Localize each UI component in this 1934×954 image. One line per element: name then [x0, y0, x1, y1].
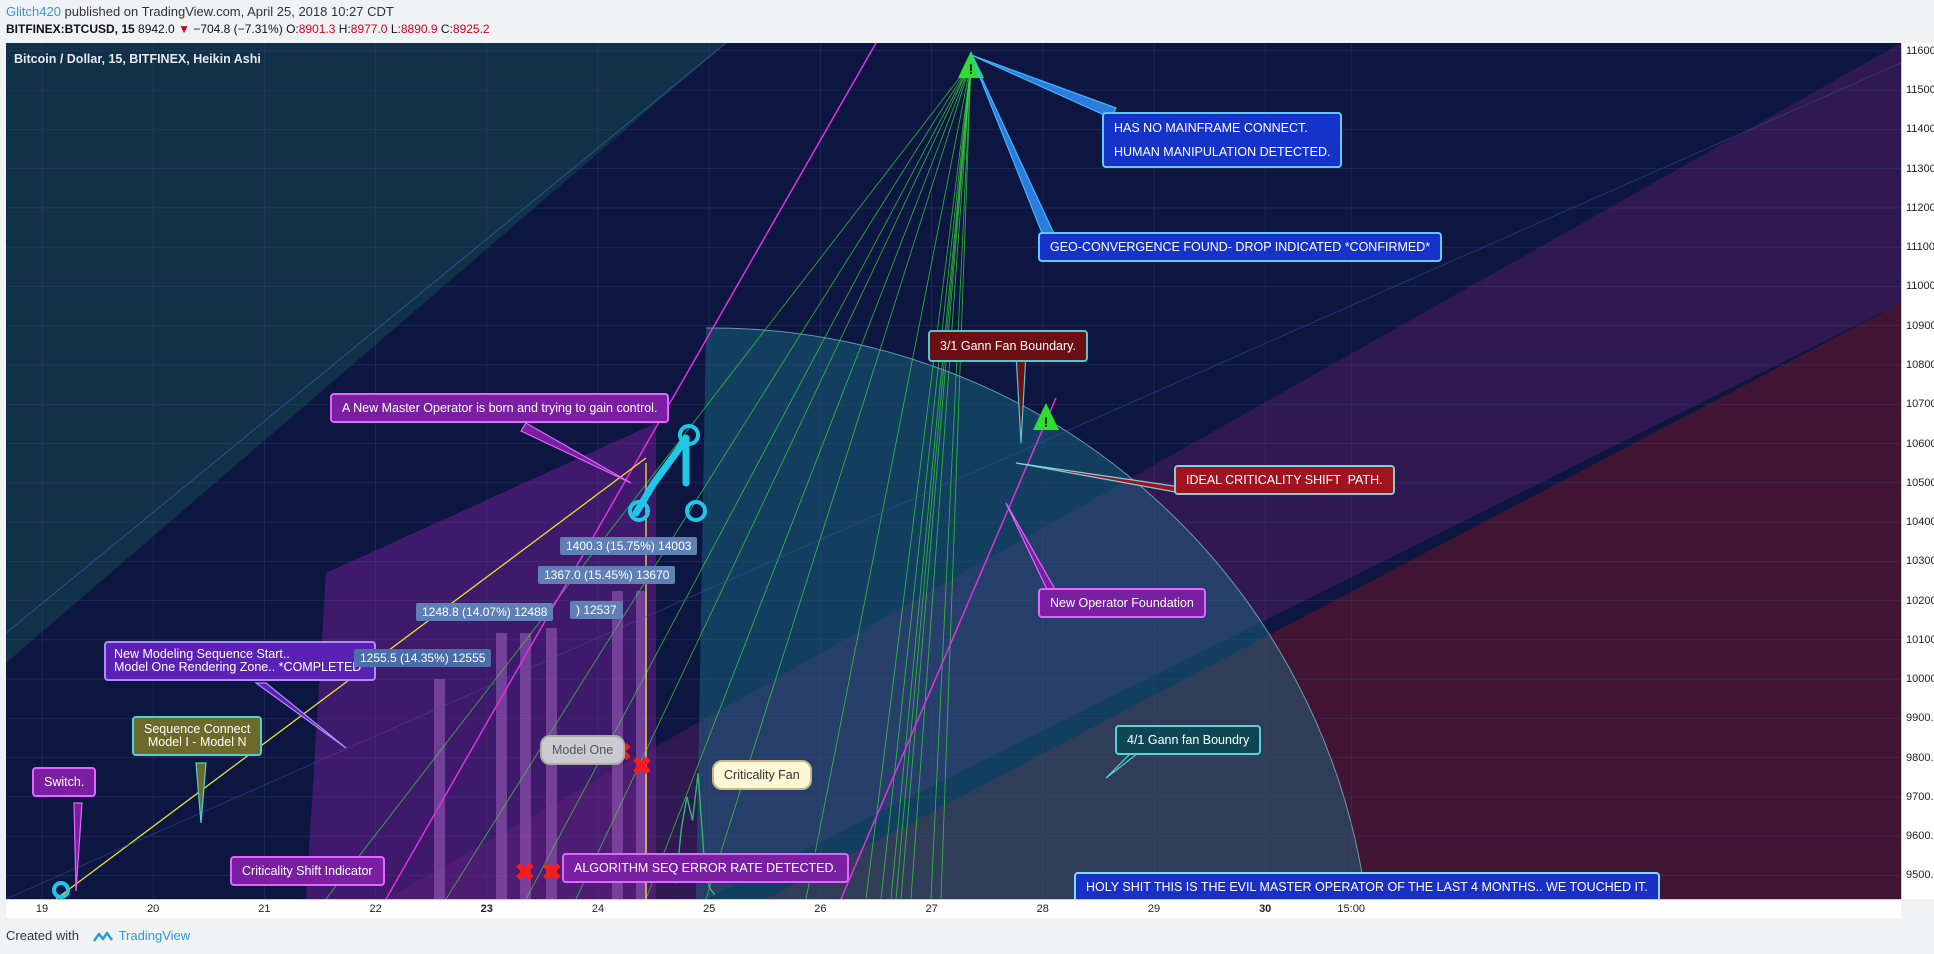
- exclamation-icon: !: [1044, 414, 1049, 430]
- x-tick-label: 27: [925, 903, 938, 915]
- chart-plot-area[interactable]: ! ! ✖ ✖ ✖ ✖: [6, 43, 1901, 899]
- low-label: L:: [390, 22, 401, 36]
- callout-switch[interactable]: Switch.: [32, 767, 97, 797]
- y-tick-label: 11000.0: [1906, 280, 1934, 293]
- callout-evil-master-operator[interactable]: HOLY SHIT THIS IS THE EVIL MASTER OPERAT…: [1074, 872, 1660, 902]
- tradingview-link[interactable]: TradingView: [119, 928, 191, 943]
- x-tick-label: 29: [1147, 903, 1161, 915]
- callout-modeling-sequence[interactable]: New Modeling Sequence Start.. Model One …: [104, 641, 377, 681]
- symbol-name: BITFINEX:BTCUSD, 15: [6, 22, 135, 36]
- y-tick-label: 11500.0: [1906, 84, 1934, 97]
- y-tick-label: 11100.0: [1906, 241, 1934, 254]
- down-arrow-icon: ▼: [178, 22, 190, 36]
- x-tick-label: 24: [591, 903, 605, 915]
- error-x-icon: ✖: [631, 752, 653, 782]
- open-label: O:: [286, 22, 299, 36]
- tradingview-logo-icon: [92, 931, 113, 942]
- symbol-header: BITFINEX:BTCUSD, 15 8942.0 ▼ −704.8 (−7.…: [6, 21, 490, 38]
- price-change: −704.8 (−7.31%): [193, 22, 283, 36]
- callout-criticality-shift[interactable]: Criticality Shift Indicator: [230, 856, 385, 886]
- open-value: 8901.3: [298, 22, 336, 36]
- y-tick-label: 11600.0: [1906, 44, 1934, 57]
- y-tick-label: 10800.0: [1906, 358, 1934, 371]
- footer: Created with TradingView: [6, 926, 190, 946]
- y-tick-label: 11200.0: [1906, 201, 1934, 214]
- callout-gann-3-1[interactable]: 3/1 Gann Fan Boundary.: [928, 330, 1088, 362]
- publish-header: Glitch420 published on TradingView.com, …: [6, 3, 394, 21]
- y-tick-label: 9500.0: [1906, 869, 1934, 882]
- measure-label: 1248.8 (14.07%) 12488: [416, 603, 554, 621]
- x-tick-label: 15:00: [1337, 903, 1365, 915]
- author-link[interactable]: Glitch420: [6, 4, 61, 19]
- y-tick-label: 11300.0: [1906, 162, 1934, 175]
- callout-sequence-connect[interactable]: Sequence Connect Model I - Model N: [132, 716, 263, 756]
- y-tick-label: 10000.0: [1906, 673, 1934, 686]
- y-tick-label: 9700.0: [1906, 790, 1934, 803]
- callout-model-one[interactable]: Model One: [540, 735, 626, 765]
- y-tick-label: 10600.0: [1906, 437, 1934, 450]
- y-tick-label: 11400.0: [1906, 123, 1934, 136]
- y-tick-label: 10100.0: [1906, 633, 1934, 646]
- exclamation-icon: !: [969, 61, 974, 77]
- chart-legend: Bitcoin / Dollar, 15, BITFINEX, Heikin A…: [14, 52, 261, 66]
- measure-label: ) 12537: [570, 601, 623, 619]
- callout-criticality-fan[interactable]: Criticality Fan: [712, 760, 812, 790]
- callout-gann-4-1[interactable]: 4/1 Gann fan Boundry: [1115, 725, 1262, 755]
- x-tick-label: 30: [1259, 903, 1272, 915]
- x-tick-label: 20: [147, 903, 160, 915]
- measure-label: 1400.3 (15.75%) 14003: [560, 537, 698, 555]
- created-with-label: Created with: [6, 928, 79, 943]
- callout-mainframe[interactable]: HAS NO MAINFRAME CONNECT. HUMAN MANIPULA…: [1102, 112, 1343, 168]
- callout-operator-foundation[interactable]: New Operator Foundation: [1038, 588, 1206, 618]
- time-axis[interactable]: 19 20 21 22 23 24 25 26 27 28 29 30 15:00: [6, 899, 1901, 918]
- x-tick-label: 25: [703, 903, 716, 915]
- callout-ideal-path[interactable]: IDEAL CRITICALITY SHIFT PATH.: [1174, 465, 1395, 495]
- y-tick-label: 9900.0: [1906, 712, 1934, 725]
- high-label: H:: [338, 22, 351, 36]
- low-value: 8890.9: [400, 22, 438, 36]
- y-tick-label: 9600.0: [1906, 830, 1934, 843]
- publish-info: published on TradingView.com, April 25, …: [60, 4, 394, 19]
- projection-bar: [434, 679, 445, 899]
- x-tick-label: 19: [35, 903, 49, 915]
- x-tick-label: 28: [1036, 903, 1049, 915]
- close-value: 8925.2: [452, 22, 490, 36]
- error-x-icon: ✖: [514, 858, 536, 888]
- close-label: C:: [440, 22, 453, 36]
- measure-label: 1255.5 (14.35%) 12555: [354, 649, 492, 667]
- y-tick-label: 9800.0: [1906, 751, 1934, 764]
- y-tick-label: 10300.0: [1906, 555, 1934, 568]
- y-tick-label: 10200.0: [1906, 594, 1934, 607]
- y-tick-label: 10900.0: [1906, 319, 1934, 332]
- projection-bar: [496, 633, 507, 899]
- x-tick-label: 26: [814, 903, 827, 915]
- x-tick-label: 22: [369, 903, 382, 915]
- y-tick-label: 10700.0: [1906, 398, 1934, 411]
- price-axis[interactable]: 9500.0 9600.0 9700.0 9800.0 9900.0 10000.0 101…: [1901, 43, 1934, 899]
- last-price: 8942.0: [138, 22, 175, 36]
- y-tick-label: 10500.0: [1906, 476, 1934, 489]
- y-tick-label: 10400.0: [1906, 516, 1934, 529]
- callout-master-operator[interactable]: A New Master Operator is born and trying…: [330, 393, 670, 423]
- error-x-icon: ✖: [541, 858, 563, 888]
- x-tick-label: 21: [258, 903, 271, 915]
- x-tick-label: 23: [480, 903, 493, 915]
- high-value: 8977.0: [350, 22, 388, 36]
- measure-label: 1367.0 (15.45%) 13670: [538, 566, 676, 584]
- callout-algorithm-error[interactable]: ALGORITHM SEQ ERROR RATE DETECTED.: [562, 853, 849, 883]
- callout-geo-convergence[interactable]: GEO-CONVERGENCE FOUND- DROP INDICATED *C…: [1038, 232, 1443, 262]
